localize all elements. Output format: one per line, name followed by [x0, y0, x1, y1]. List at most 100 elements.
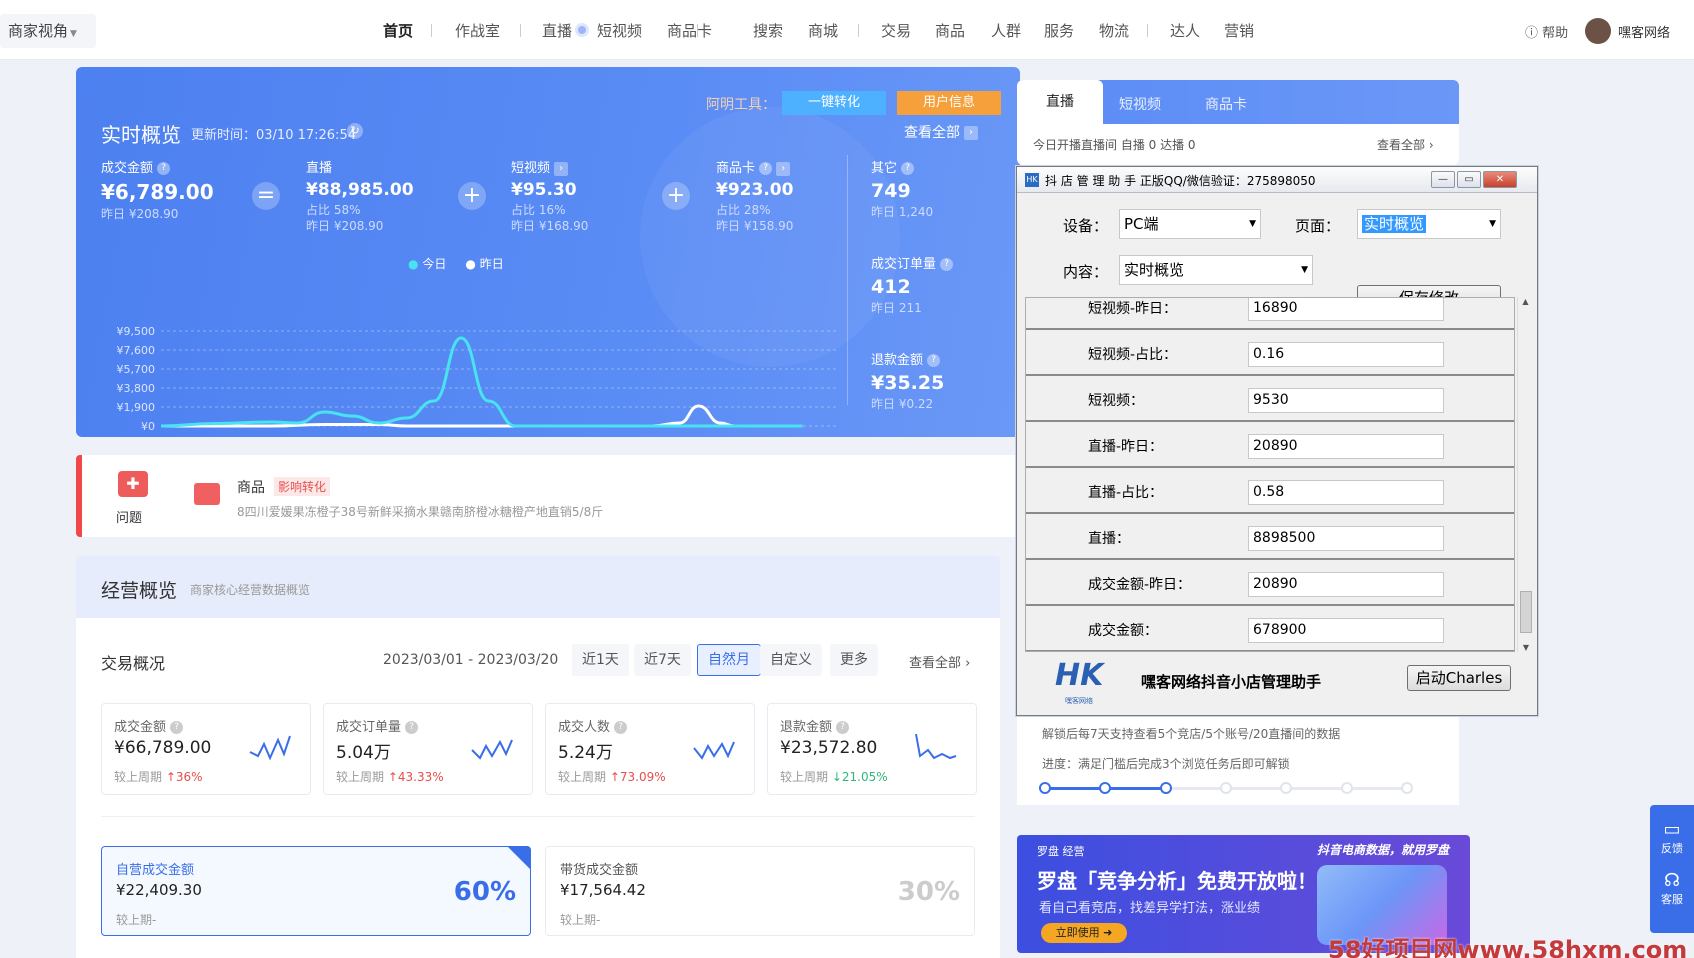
range-month-button[interactable]: 自然月 — [697, 644, 761, 676]
field-row: 成交金额： 678900 — [1026, 606, 1514, 651]
scroll-up-icon[interactable]: ▲ — [1518, 297, 1533, 306]
metric-label: 直播 — [306, 161, 333, 176]
nav-item[interactable]: 服务 — [1044, 20, 1074, 41]
banner-use-now-button[interactable]: 立即使用 ➜ — [1041, 923, 1127, 943]
unlock-progress-text: 进度：满足门槛后完成3个浏览任务后即可解锁 — [1042, 757, 1290, 771]
nav-item[interactable]: 首页 — [383, 20, 413, 41]
close-button[interactable]: ✕ — [1483, 171, 1517, 188]
chevron-right-icon[interactable]: › — [776, 161, 791, 176]
kpi-card-orders[interactable]: 成交订单量 ? 5.04万 较上周期 ↑43.33% — [323, 703, 533, 795]
transaction-view-all-link[interactable]: 查看全部 › — [909, 652, 970, 671]
help-link[interactable]: ⓘ 帮助 — [1525, 22, 1568, 41]
field-input[interactable]: 0.58 — [1248, 480, 1444, 505]
nav-separator — [697, 24, 698, 37]
nav-item[interactable]: 营销 — [1224, 20, 1254, 41]
field-row: 短视频： 9530 — [1026, 376, 1514, 422]
merchant-view-dropdown[interactable]: 商家视角 ▼ — [0, 14, 96, 48]
series-line-today[interactable] — [160, 336, 803, 428]
nav-item[interactable]: 直播 — [542, 20, 572, 41]
customer-service-button[interactable]: ☊ 客服 — [1650, 856, 1694, 907]
date-range[interactable]: 2023/03/01 - 2023/03/20 — [383, 652, 558, 668]
maximize-button[interactable]: ▭ — [1457, 171, 1481, 188]
help-circle-icon[interactable]: ? — [927, 354, 941, 367]
field-input[interactable]: 8898500 — [1248, 526, 1444, 551]
help-circle-icon[interactable]: ? — [170, 721, 184, 734]
help-circle-icon[interactable]: ? — [759, 162, 773, 175]
nav-item[interactable]: 物流 — [1099, 20, 1129, 41]
scroll-down-icon[interactable]: ▼ — [1518, 643, 1534, 652]
scroll-thumb[interactable] — [1520, 591, 1532, 633]
problem-strip: ✚ 问题 商品 影响转化 8四川爱媛果冻橙子38号新鲜采摘水果赣南脐橙冰糖橙产地… — [76, 455, 1020, 537]
nav-item[interactable]: 商品 — [935, 20, 965, 41]
realtime-view-all-link[interactable]: 查看全部 › — [904, 122, 978, 142]
field-input[interactable]: 0.16 — [1248, 342, 1444, 367]
nav-item[interactable]: 作战室 — [455, 20, 500, 41]
chevron-right-icon: › — [964, 126, 978, 140]
product-description[interactable]: 8四川爱媛果冻橙子38号新鲜采摘水果赣南脐橙冰糖橙产地直销5/8斤 — [237, 503, 603, 520]
nav-item[interactable]: 短视频 — [597, 20, 642, 41]
range-more-button[interactable]: 更多 — [830, 644, 878, 676]
nav-item[interactable]: 搜索 — [753, 20, 783, 41]
tab-product-card[interactable]: 商品卡 — [1205, 94, 1247, 114]
plus-icon: + — [662, 182, 690, 210]
field-input[interactable]: 9530 — [1248, 388, 1444, 413]
range-custom-button[interactable]: 自定义 — [760, 644, 822, 676]
user-info-button[interactable]: 用户信息 — [897, 91, 1001, 115]
page-select[interactable]: 实时概览 ▼ — [1357, 209, 1501, 239]
page-label: 页面： — [1295, 217, 1341, 235]
help-circle-icon[interactable]: ? — [157, 162, 171, 175]
y-tick-label: ¥9,500 — [117, 325, 156, 338]
refresh-icon[interactable]: ↻ — [347, 123, 363, 139]
metric-share: 占比 16% — [511, 203, 566, 217]
minimize-button[interactable]: — — [1431, 171, 1455, 188]
range-1day-button[interactable]: 近1天 — [572, 644, 629, 676]
help-circle-icon[interactable]: ? — [836, 721, 850, 734]
banner-button-label: 立即使用 — [1055, 926, 1100, 939]
content-select[interactable]: 实时概览 ▼ — [1119, 255, 1313, 285]
nav-item[interactable]: 达人 — [1170, 20, 1200, 41]
field-list: 短视频-昨日： 16890 短视频-占比： 0.16 短视频： 9530 直播-昨日： 208… — [1025, 297, 1515, 652]
one-click-convert-button[interactable]: 一键转化 — [782, 91, 886, 115]
kpi-card-buyers[interactable]: 成交人数 ? 5.24万 较上周期 ↑73.09% — [545, 703, 755, 795]
nav-item[interactable]: 商城 — [808, 20, 838, 41]
kpi-card-gmv[interactable]: 成交金额 ? ¥66,789.00 较上周期 ↑36% — [101, 703, 311, 795]
help-circle-icon[interactable]: ? — [405, 721, 419, 734]
window-titlebar[interactable]: HK 抖 店 管 理 助 手 正版QQ/微信验证：275898050 — ▭ ✕ — [1017, 167, 1537, 193]
username[interactable]: 嘿客网络 — [1618, 22, 1670, 41]
tab-short-video[interactable]: 短视频 — [1119, 94, 1161, 114]
field-input[interactable]: 16890 — [1248, 298, 1444, 321]
chevron-right-icon[interactable]: › — [554, 161, 569, 176]
field-input[interactable]: 20890 — [1248, 434, 1444, 459]
self-operated-share-card[interactable]: 自营成交金额 ¥22,409.30 较上期- 60% — [101, 846, 531, 936]
device-select[interactable]: PC端 ▼ — [1119, 209, 1261, 239]
sparkline — [693, 741, 735, 760]
tab-live[interactable]: 直播 — [1017, 80, 1103, 124]
field-input[interactable]: 678900 — [1248, 618, 1444, 643]
range-7day-button[interactable]: 近7天 — [634, 644, 691, 676]
affiliate-share-card[interactable]: 带货成交金额 ¥17,564.42 较上期- 30% — [545, 846, 975, 936]
feedback-label: 反馈 — [1661, 842, 1683, 855]
legend-today[interactable]: 今日 — [422, 257, 446, 271]
help-circle-icon[interactable]: ? — [614, 721, 628, 734]
help-circle-icon[interactable]: ? — [940, 258, 954, 271]
feedback-button[interactable]: ▭ 反馈 — [1650, 805, 1694, 856]
start-charles-button[interactable]: 启动Charles — [1407, 665, 1511, 691]
kpi-value: 5.04万 — [336, 743, 391, 763]
field-input[interactable]: 20890 — [1248, 572, 1444, 597]
metric-product-card: 商品卡 ? › ¥923.00 占比 28% 昨日 ¥158.90 — [716, 157, 793, 234]
nav-item[interactable]: 人群 — [991, 20, 1021, 41]
list-scrollbar[interactable]: ▲ ▼ — [1517, 297, 1533, 652]
nav-separator — [431, 24, 432, 37]
legend-yesterday[interactable]: 昨日 — [480, 257, 504, 271]
chevron-down-icon: ▼ — [1249, 219, 1256, 229]
nav-item[interactable]: 商品卡 — [667, 20, 712, 41]
share-label: 自营成交金额 — [116, 863, 195, 878]
live-view-all-link[interactable]: 查看全部 › — [1377, 136, 1434, 153]
chat-icon: ▭ — [1663, 819, 1681, 840]
help-circle-icon[interactable]: ? — [901, 162, 915, 175]
avatar[interactable] — [1585, 18, 1611, 44]
metric-label: 短视频 — [511, 161, 551, 176]
nav-item[interactable]: 交易 — [881, 20, 911, 41]
kpi-card-refund[interactable]: 退款金额 ? ¥23,572.80 较上周期 ↓21.05% — [767, 703, 977, 795]
arrow-down-icon: ↓ — [831, 770, 842, 784]
